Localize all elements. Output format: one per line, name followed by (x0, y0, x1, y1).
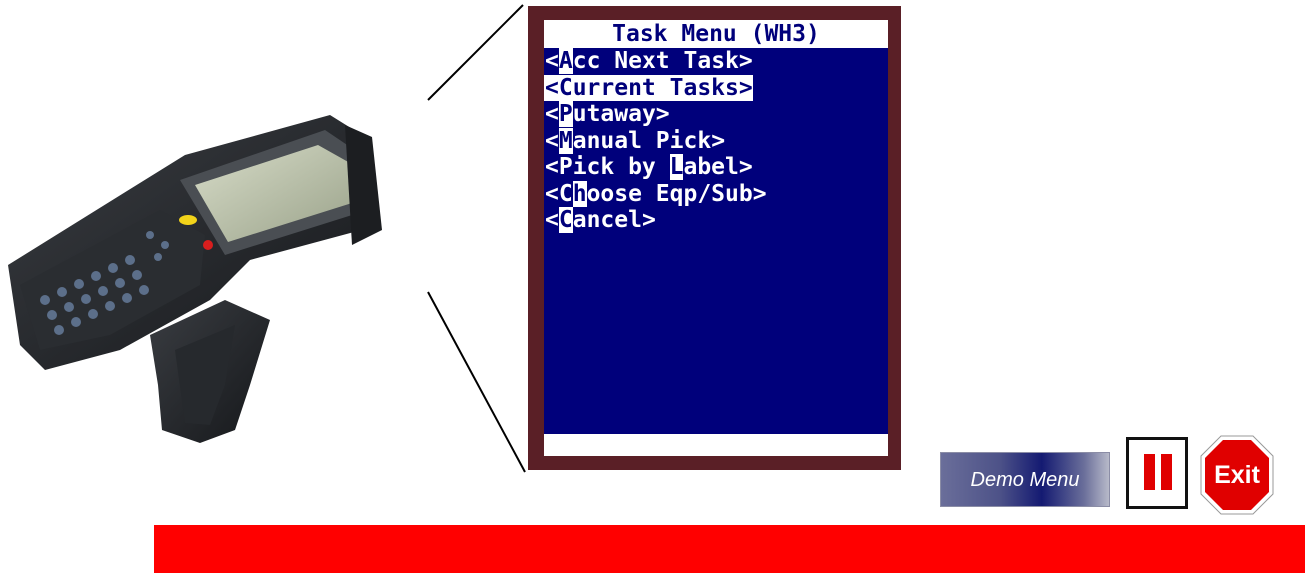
terminal-status-line (544, 434, 888, 456)
menu-item[interactable]: <Manual Pick> (544, 127, 726, 155)
menu-item-text: < (545, 207, 559, 233)
menu-item-text: <Pick by (545, 154, 670, 180)
hotkey-letter: L (669, 154, 684, 180)
menu-item[interactable]: <Cancel> (544, 207, 656, 234)
menu-item-text: < (545, 127, 559, 154)
footer-bar (154, 525, 1305, 573)
handheld-scanner-image (8, 115, 382, 443)
exit-label: Exit (1214, 461, 1260, 489)
hotkey-letter: A (558, 48, 573, 74)
menu-item-text: oose Eqp/Sub> (586, 180, 767, 207)
exit-button[interactable]: Exit (1199, 434, 1275, 516)
hotkey-letter: C (558, 207, 573, 233)
terminal-screen: Task Menu (WH3) <Acc Next Task> <Current … (544, 20, 888, 456)
demo-menu-button[interactable]: Demo Menu (940, 452, 1110, 507)
menu-item[interactable]: <Current Tasks> (544, 74, 753, 101)
pause-button[interactable] (1126, 437, 1188, 509)
menu-item-text: <C (545, 180, 573, 207)
terminal-frame: Task Menu (WH3) <Acc Next Task> <Current … (528, 6, 901, 470)
menu-item-text: <Current Tasks> (545, 74, 753, 101)
terminal-title: Task Menu (WH3) (544, 20, 888, 48)
menu-item[interactable]: <Pick by Label> (544, 154, 753, 181)
menu-item-text: cc Next Task> (572, 48, 753, 74)
menu-item-text: utaway> (572, 101, 670, 127)
hotkey-letter: h (572, 180, 587, 207)
menu-item-text: anual Pick> (572, 127, 726, 154)
menu-item[interactable]: <Putaway> (544, 101, 670, 128)
menu-item-text: < (545, 101, 559, 127)
task-menu-list: <Acc Next Task> <Current Tasks> <Putaway> <… (544, 48, 888, 234)
menu-item[interactable]: <Acc Next Task> (544, 48, 753, 75)
zoom-callout-lines (427, 4, 526, 473)
hotkey-letter: P (558, 101, 573, 127)
hotkey-letter: M (558, 127, 573, 154)
menu-item-text: < (545, 48, 559, 74)
menu-item-text: abel> (683, 154, 753, 180)
menu-item-text: ancel> (572, 207, 656, 233)
menu-item[interactable]: <Choose Eqp/Sub> (544, 180, 767, 208)
